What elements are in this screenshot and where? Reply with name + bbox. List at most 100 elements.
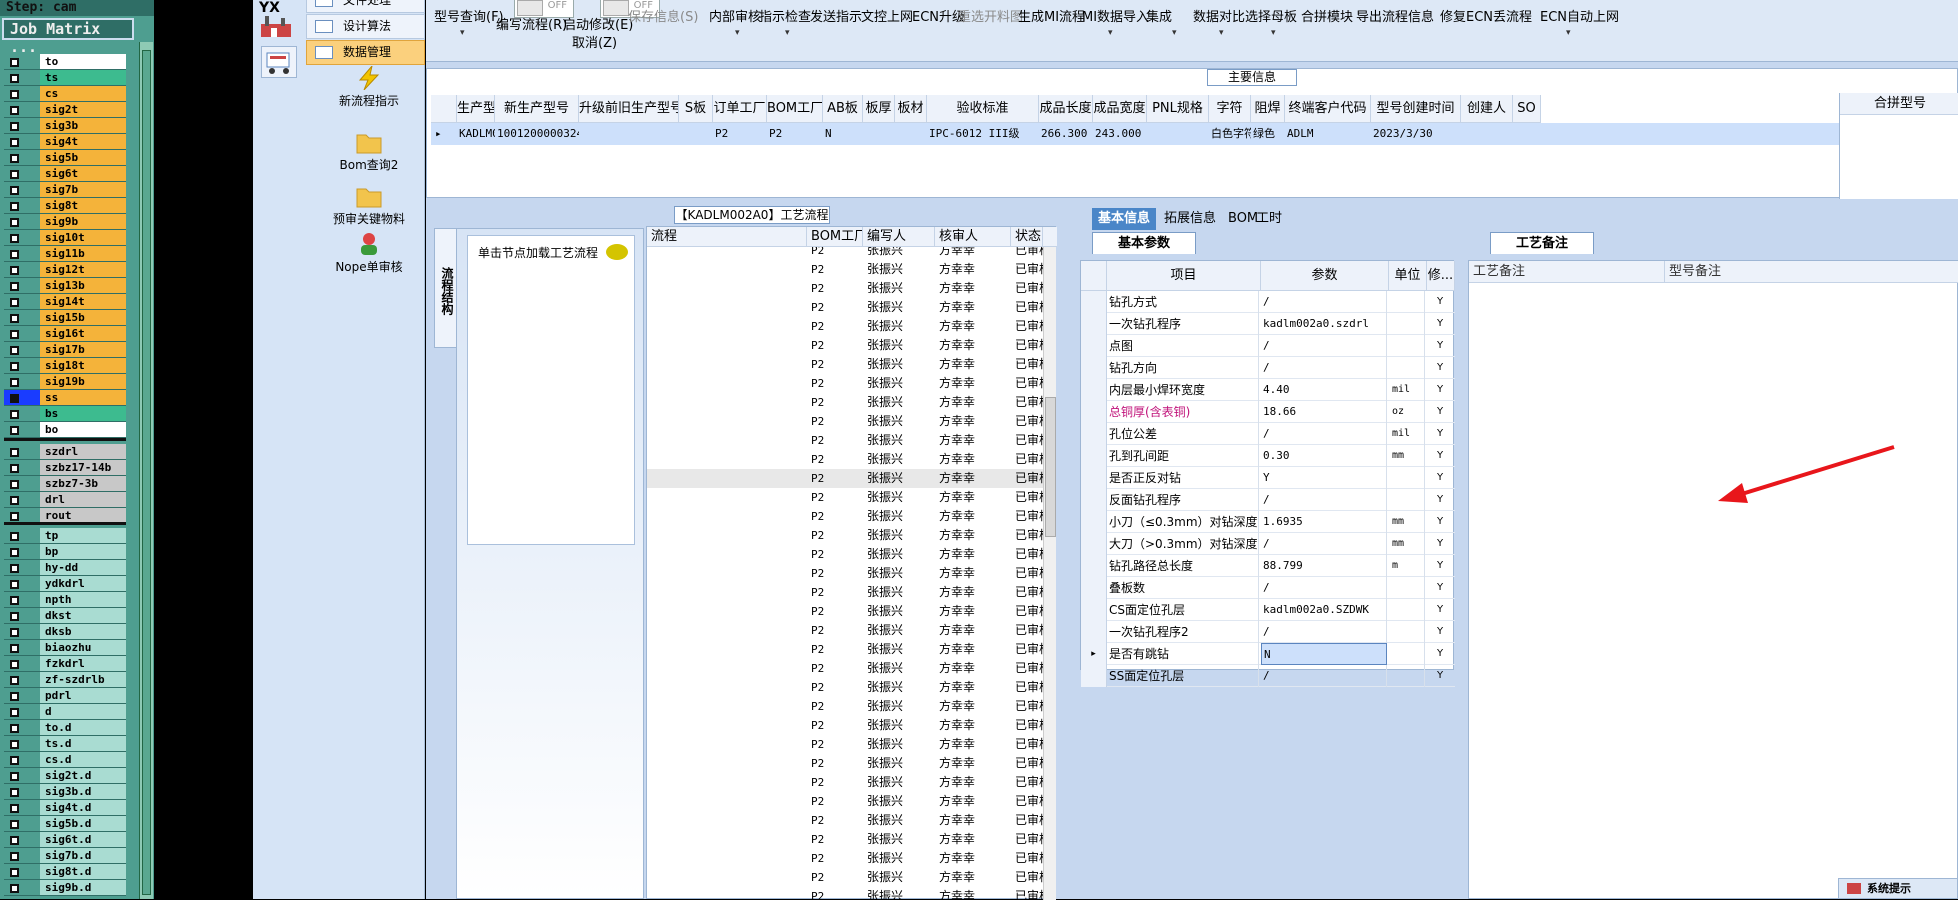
process-row[interactable]: 板镀P2张振兴方幸幸已审核 — [647, 640, 1043, 659]
layer-name[interactable]: sig3b — [40, 118, 126, 133]
layer-checkbox[interactable] — [10, 266, 19, 275]
layer-name[interactable]: tp — [40, 528, 126, 543]
process-row[interactable]: 去毛刺P2张振兴方幸幸已审核 — [647, 507, 1043, 526]
layer-checkbox[interactable] — [10, 138, 19, 147]
process-row[interactable]: −电镀P2张振兴方幸幸已审核 — [647, 621, 1043, 640]
layer-row[interactable]: sig12t — [4, 262, 126, 278]
nav-tool-1[interactable]: 新流程指示 — [317, 66, 421, 109]
toolbar-button-12[interactable]: 生成MI流程 — [1018, 6, 1085, 25]
basic-param-row[interactable]: ▸ 是否有跳钻 N Y — [1081, 643, 1455, 665]
process-row[interactable]: 镀锡2P2张振兴方幸幸已审核 — [647, 716, 1043, 735]
basic-param-row[interactable]: CS面定位孔层 kadlm002a0.SZDWK Y — [1081, 599, 1455, 621]
layer-checkbox[interactable] — [10, 346, 19, 355]
layer-name[interactable]: ss — [40, 390, 126, 405]
main-info-cell[interactable] — [1463, 123, 1513, 145]
process-column-header[interactable]: 编写人 — [863, 227, 935, 247]
process-row[interactable]: −钻孔3P2张振兴方幸幸已审核 — [647, 412, 1043, 431]
toolbar-button-15[interactable]: 数据对比 ▾ — [1193, 6, 1245, 38]
main-info-column-header[interactable]: SO — [1513, 95, 1541, 123]
layer-name[interactable]: pdrl — [40, 688, 126, 703]
layer-name[interactable]: sig12t — [40, 262, 126, 277]
layer-checkbox[interactable] — [10, 58, 19, 67]
process-row[interactable]: 等离子处理P2张振兴方幸幸已审核 — [647, 545, 1043, 564]
layer-row[interactable]: sig5b — [4, 150, 126, 166]
layer-checkbox[interactable] — [10, 676, 19, 685]
layer-checkbox[interactable] — [10, 660, 19, 669]
layer-checkbox[interactable] — [10, 410, 19, 419]
process-row[interactable]: −外层蚀刻3P2张振兴方幸幸已审核 — [647, 735, 1043, 754]
chevron-down-icon[interactable]: ▾ — [1271, 28, 1276, 38]
main-info-cell[interactable]: KADLM002A0 — [459, 123, 495, 145]
flow-structure-tree[interactable]: 单击节点加载工艺流程 — [467, 235, 635, 545]
layer-row[interactable]: sig19b — [4, 374, 126, 390]
process-column-header[interactable]: 流程 — [647, 227, 807, 247]
layer-name[interactable]: sig2t — [40, 102, 126, 117]
layer-checkbox[interactable] — [10, 628, 19, 637]
chevron-down-icon[interactable]: ▾ — [1172, 28, 1177, 38]
param-value[interactable]: kadlm002a0.szdrl — [1261, 313, 1387, 335]
layer-name[interactable]: sig4t.d — [40, 800, 126, 815]
layer-checkbox[interactable] — [10, 186, 19, 195]
basic-param-row[interactable]: 总铜厚(含表铜) 18.66 oz Y — [1081, 401, 1455, 423]
layer-name[interactable]: cs.d — [40, 752, 126, 767]
layer-row[interactable]: sig9b.d — [4, 880, 126, 896]
param-value[interactable]: / — [1261, 489, 1387, 511]
layer-checkbox[interactable] — [10, 90, 19, 99]
basic-param-row[interactable]: 一次钻孔程序 kadlm002a0.szdrl Y — [1081, 313, 1455, 335]
system-tip-bar[interactable]: 系统提示 — [1838, 878, 1958, 899]
layer-name[interactable]: sig5b.d — [40, 816, 126, 831]
param-value[interactable]: N — [1261, 643, 1387, 665]
layer-checkbox[interactable] — [10, 884, 19, 893]
layer-name[interactable]: sig19b — [40, 374, 126, 389]
basic-param-row[interactable]: 是否正反对钻 Y Y — [1081, 467, 1455, 489]
process-row[interactable]: 退锡2P2张振兴方幸幸已审核 — [647, 849, 1043, 868]
main-info-cell[interactable] — [1515, 123, 1541, 145]
toolbar-button-2[interactable]: 编写流程(R) — [496, 14, 567, 33]
basic-column-header[interactable]: 修... — [1427, 261, 1455, 291]
process-row[interactable]: 打字唛P2张振兴方幸幸已审核 — [647, 374, 1043, 393]
process-row[interactable]: 烘板P2张振兴方幸幸已审核 — [647, 393, 1043, 412]
param-value[interactable]: 18.66 — [1261, 401, 1387, 423]
layer-row[interactable]: ydkdrl — [4, 576, 126, 592]
chevron-down-icon[interactable]: ▾ — [1219, 28, 1224, 38]
nav-item-1[interactable]: 文件处理 — [306, 0, 425, 13]
toolbar-button-3[interactable]: 启动修改(E) — [563, 14, 633, 33]
toolbar-button-4[interactable]: 取消(Z) — [572, 32, 617, 51]
basic-column-header[interactable]: 单位 — [1389, 261, 1427, 291]
layer-row[interactable]: bs — [4, 406, 126, 422]
layer-row[interactable]: ts.d — [4, 736, 126, 752]
layer-checkbox[interactable] — [10, 330, 19, 339]
toolbar-button-13[interactable]: MI数据导入 ▾ — [1082, 6, 1149, 38]
main-info-cell[interactable]: ADLM — [1287, 123, 1371, 145]
process-column-header[interactable]: 状态 — [1011, 227, 1043, 247]
param-value[interactable]: 88.799 — [1261, 555, 1387, 577]
basic-param-row[interactable]: 叠板数 / Y — [1081, 577, 1455, 599]
layer-checkbox[interactable] — [10, 820, 19, 829]
layer-row[interactable]: sig16t — [4, 326, 126, 342]
process-row[interactable]: −钻孔2P2张振兴方幸幸已审核 — [647, 773, 1043, 792]
layer-checkbox[interactable] — [10, 122, 19, 131]
basic-param-row[interactable]: 孔到孔间距 0.30 mm Y — [1081, 445, 1455, 467]
layer-name[interactable]: dksb — [40, 624, 126, 639]
process-row[interactable]: 板镀2P2张振兴方幸幸已审核 — [647, 678, 1043, 697]
layer-name[interactable]: szbz17-14b — [40, 460, 126, 475]
layer-name[interactable]: bo — [40, 422, 126, 437]
layer-checkbox[interactable] — [10, 804, 19, 813]
toolbar-button-16[interactable]: 选择母板 ▾ — [1245, 6, 1297, 38]
layer-checkbox[interactable] — [10, 154, 19, 163]
layer-row[interactable]: sig8t — [4, 198, 126, 214]
main-info-cell[interactable] — [581, 123, 679, 145]
main-info-column-header[interactable]: S板 — [679, 95, 713, 123]
layer-name[interactable]: bp — [40, 544, 126, 559]
layer-checkbox[interactable] — [10, 532, 19, 541]
toolbar-button-8[interactable]: 发送指示 — [810, 6, 862, 25]
layer-name[interactable]: sig9b — [40, 214, 126, 229]
toolbar-button-18[interactable]: 导出流程信息 — [1356, 6, 1434, 25]
main-info-cell[interactable]: 白色字符 — [1211, 123, 1251, 145]
basic-column-header[interactable]: 参数 — [1261, 261, 1389, 291]
process-row[interactable]: 预排P2张振兴方幸幸已审核 — [647, 279, 1043, 298]
process-row[interactable]: 碱性蚀刻2P2张振兴方幸幸已审核 — [647, 830, 1043, 849]
layer-checkbox[interactable] — [10, 250, 19, 259]
process-row[interactable]: −图形电镀2P2张振兴方幸幸已审核 — [647, 697, 1043, 716]
layer-row[interactable]: sig7b.d — [4, 848, 126, 864]
